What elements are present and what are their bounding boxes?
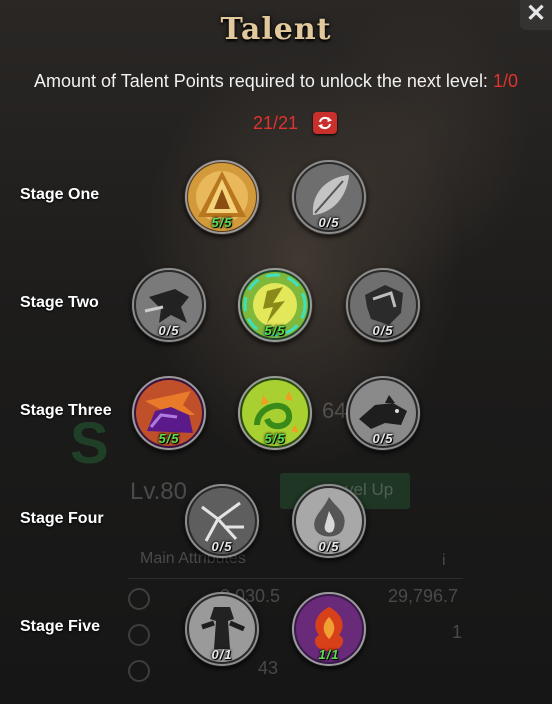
talent-count: 1/1 [318,647,340,662]
talent-slot[interactable]: 5/5 [184,159,260,235]
talent-count: 0/5 [158,323,180,338]
background-value: 43 [258,658,279,678]
talent-slot[interactable]: 0/1 [184,591,260,667]
close-button[interactable]: ✕ [520,0,552,30]
talent-points: 21/21 [253,113,299,133]
background-value: 29,796.7 [388,586,459,606]
stage-label: Stage One [20,186,100,203]
talent-count: 5/5 [264,431,286,446]
refresh-icon [318,116,332,130]
talent-count: 5/5 [211,215,233,230]
background-divider [128,578,463,579]
talent-slot[interactable]: 0/5 [184,483,260,559]
talent-slot[interactable]: 0/5 [291,159,367,235]
stage-label: Stage Five [20,618,101,635]
talent-count: 0/5 [372,323,394,338]
talent-slot[interactable]: 5/5 [237,375,313,451]
talent-slot[interactable]: 0/5 [291,483,367,559]
background-value: 1 [452,622,463,642]
background-shield-icon [128,624,150,646]
reset-talents-button[interactable] [313,112,337,134]
talent-slot[interactable]: 0/5 [345,375,421,451]
talent-slot[interactable]: 0/5 [131,267,207,343]
stage-label: Stage Four [20,510,104,527]
talent-count: 0/1 [211,647,233,662]
background-level: Lv.80 [130,478,187,505]
talent-slot[interactable]: 5/5 [237,267,313,343]
background-sword-icon [128,588,150,610]
talent-slot[interactable]: 5/5 [131,375,207,451]
talent-count: 0/5 [318,539,340,554]
background-grade-letter: S [70,411,109,476]
stage-label: Stage Three [20,402,112,419]
talent-count: 5/5 [264,323,286,338]
background-partial-value: 64 [322,398,347,423]
talent-count: 5/5 [158,431,180,446]
talent-slot[interactable]: 1/1 [291,591,367,667]
talent-count: 0/5 [372,431,394,446]
background-info-icon: i [442,552,446,569]
requirement-text: Amount of Talent Points required to unlo… [34,71,493,91]
talent-count: 0/5 [318,215,340,230]
close-icon: ✕ [525,0,547,27]
background-target-icon [128,660,150,682]
talent-requirement: Amount of Talent Points required to unlo… [0,71,552,92]
page-title: Talent [220,12,332,47]
talent-slot[interactable]: 0/5 [345,267,421,343]
talent-count: 0/5 [211,539,233,554]
requirement-value: 1/0 [492,71,518,91]
stage-label: Stage Two [20,294,99,311]
